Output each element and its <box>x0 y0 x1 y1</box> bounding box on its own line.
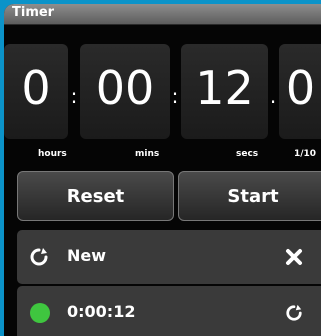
list-item-timer[interactable]: 0:00:12 <box>17 286 321 336</box>
seconds-value: 12 <box>195 61 254 115</box>
green-status-dot-icon <box>30 303 50 323</box>
hours-display: 0 <box>4 44 68 139</box>
reset-button-label: Reset <box>66 186 125 207</box>
refresh-icon <box>30 248 48 266</box>
start-button-label: Start <box>227 186 279 207</box>
hours-label: hours <box>38 149 67 159</box>
window-title: Timer <box>12 5 55 20</box>
hours-value: 0 <box>21 61 51 115</box>
separator-colon: : <box>70 84 78 108</box>
refresh-icon[interactable] <box>285 304 303 322</box>
seconds-display: 12 <box>181 44 268 139</box>
tenths-label: 1/10 <box>294 149 317 159</box>
list-item-label: New <box>67 246 107 265</box>
separator-colon: : <box>171 84 179 108</box>
tenths-value: 0 <box>285 61 316 115</box>
minutes-value: 00 <box>95 61 155 115</box>
reset-button[interactable]: Reset <box>17 171 174 221</box>
tenths-display: 0 <box>279 44 321 139</box>
mins-label: mins <box>135 149 160 159</box>
close-icon[interactable] <box>285 248 303 266</box>
secs-label: secs <box>236 149 259 159</box>
list-item-label: 0:00:12 <box>67 302 136 321</box>
title-bar: Timer <box>4 4 321 25</box>
minutes-display: 00 <box>80 44 170 139</box>
timer-screen: Timer 0 : 00 : 12 . 0 hours mins secs 1/… <box>4 4 321 336</box>
list-item-new[interactable]: New <box>17 230 321 284</box>
start-button[interactable]: Start <box>178 171 321 221</box>
